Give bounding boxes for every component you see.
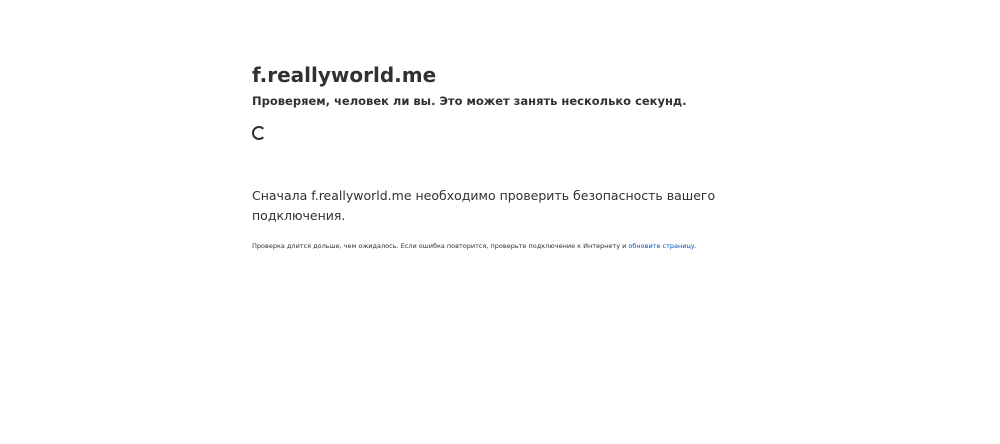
footnote-end: . (694, 242, 697, 250)
security-check-message: Сначала f.reallyworld.me необходимо пров… (252, 188, 716, 223)
loading-spinner-icon (252, 126, 266, 140)
site-name-heading: f.reallyworld.me (252, 63, 437, 87)
timeout-footnote: Проверка длится дольше, чем ожидалось. Е… (252, 242, 736, 251)
footnote-text: Проверка длится дольше, чем ожидалось. Е… (252, 242, 629, 250)
verification-subtitle: Проверяем, человек ли вы. Это может заня… (252, 94, 687, 108)
refresh-page-link[interactable]: обновите страницу (628, 242, 694, 250)
